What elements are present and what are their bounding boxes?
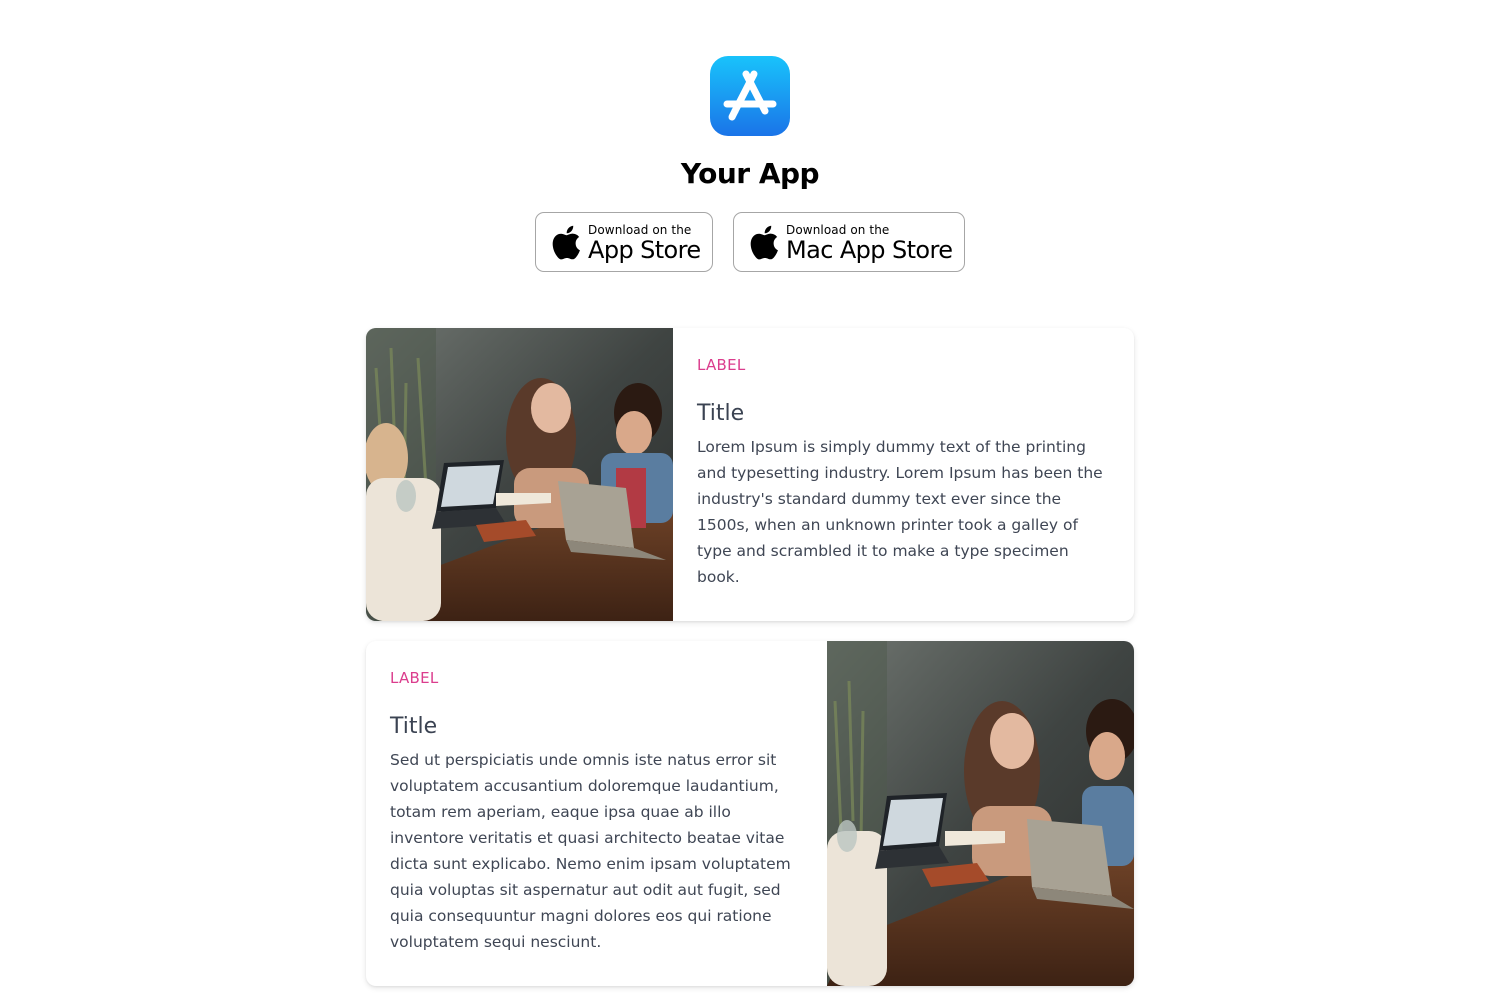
card-content: LABEL Title Sed ut perspiciatis unde omn… [366,641,827,955]
card-content: LABEL Title Lorem Ipsum is simply dummy … [673,328,1134,590]
apple-logo-icon [750,225,778,260]
card-description: Lorem Ipsum is simply dummy text of the … [697,438,1103,586]
card-title: Title [390,714,438,739]
people-working-on-laptops-photo [366,328,673,621]
card-label: LABEL [697,356,746,374]
card-description: Sed ut perspiciatis unde omnis iste natu… [390,751,791,951]
card-title: Title [697,401,745,426]
badge-store-name: Mac App Store [786,236,953,264]
badge-small-text: Download on the [588,223,692,237]
badge-store-name: App Store [588,236,701,264]
app-name: Your App [680,157,820,190]
card-label: LABEL [390,669,439,687]
people-working-on-laptops-photo [827,641,1134,986]
feature-card: LABEL Title Sed ut perspiciatis unde omn… [366,641,1134,986]
feature-card: LABEL Title Lorem Ipsum is simply dummy … [366,328,1134,621]
badge-small-text: Download on the [786,223,890,237]
app-store-icon [710,56,790,136]
download-app-store-button[interactable]: Download on the App Store [535,212,713,272]
apple-logo-icon [552,225,580,260]
download-mac-app-store-button[interactable]: Download on the Mac App Store [733,212,965,272]
